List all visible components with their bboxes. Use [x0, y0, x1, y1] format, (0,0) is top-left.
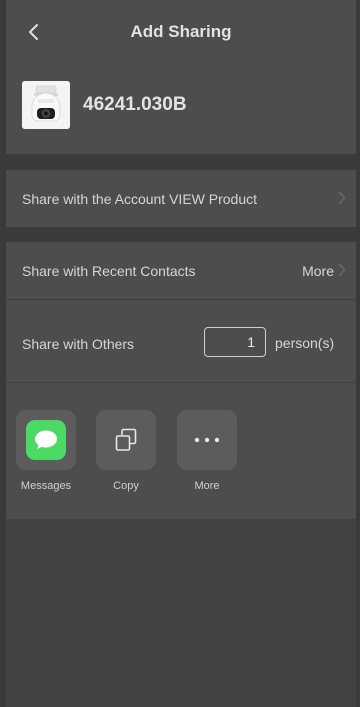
share-with-account-row[interactable]: Share with the Account VIEW Product	[6, 170, 356, 227]
share-recent-contacts-row[interactable]: Share with Recent Contacts More	[6, 242, 356, 300]
screen: Add Sharing 46241.030B Share with the Ac…	[6, 0, 356, 707]
person-unit-label: person(s)	[275, 335, 335, 351]
page-title: Add Sharing	[130, 22, 232, 41]
person-count-field[interactable]	[204, 327, 266, 357]
more-label: More	[194, 480, 220, 492]
chevron-right-icon	[338, 191, 346, 205]
security-camera-icon	[22, 81, 70, 129]
share-with-others-label: Share with Others	[22, 336, 135, 352]
section-separator	[6, 154, 356, 170]
share-recent-contacts-label: Share with Recent Contacts	[22, 263, 196, 279]
more-tile	[177, 410, 237, 470]
chevron-right-icon	[338, 263, 346, 277]
copy-label: Copy	[113, 480, 139, 492]
share-via-more[interactable]: More	[177, 410, 237, 492]
copy-tile	[96, 410, 156, 470]
copy-icon	[115, 428, 137, 451]
header: Add Sharing	[6, 0, 356, 66]
messages-tile	[16, 410, 76, 470]
device-thumbnail	[22, 81, 70, 129]
more-contacts-link[interactable]: More	[302, 263, 334, 279]
section-separator	[6, 227, 356, 242]
share-with-others-row: Share with Others person(s)	[6, 300, 356, 383]
device-info: 46241.030B	[6, 66, 356, 154]
share-via-messages[interactable]: Messages	[16, 410, 76, 492]
person-count-input[interactable]	[205, 328, 265, 356]
share-options-panel: Messages Copy More	[6, 383, 356, 519]
more-dots-icon	[194, 437, 220, 443]
share-via-copy[interactable]: Copy	[96, 410, 156, 492]
device-name: 46241.030B	[83, 94, 187, 115]
messages-icon	[26, 420, 66, 460]
messages-label: Messages	[20, 480, 72, 492]
share-with-account-label: Share with the Account VIEW Product	[22, 191, 258, 207]
